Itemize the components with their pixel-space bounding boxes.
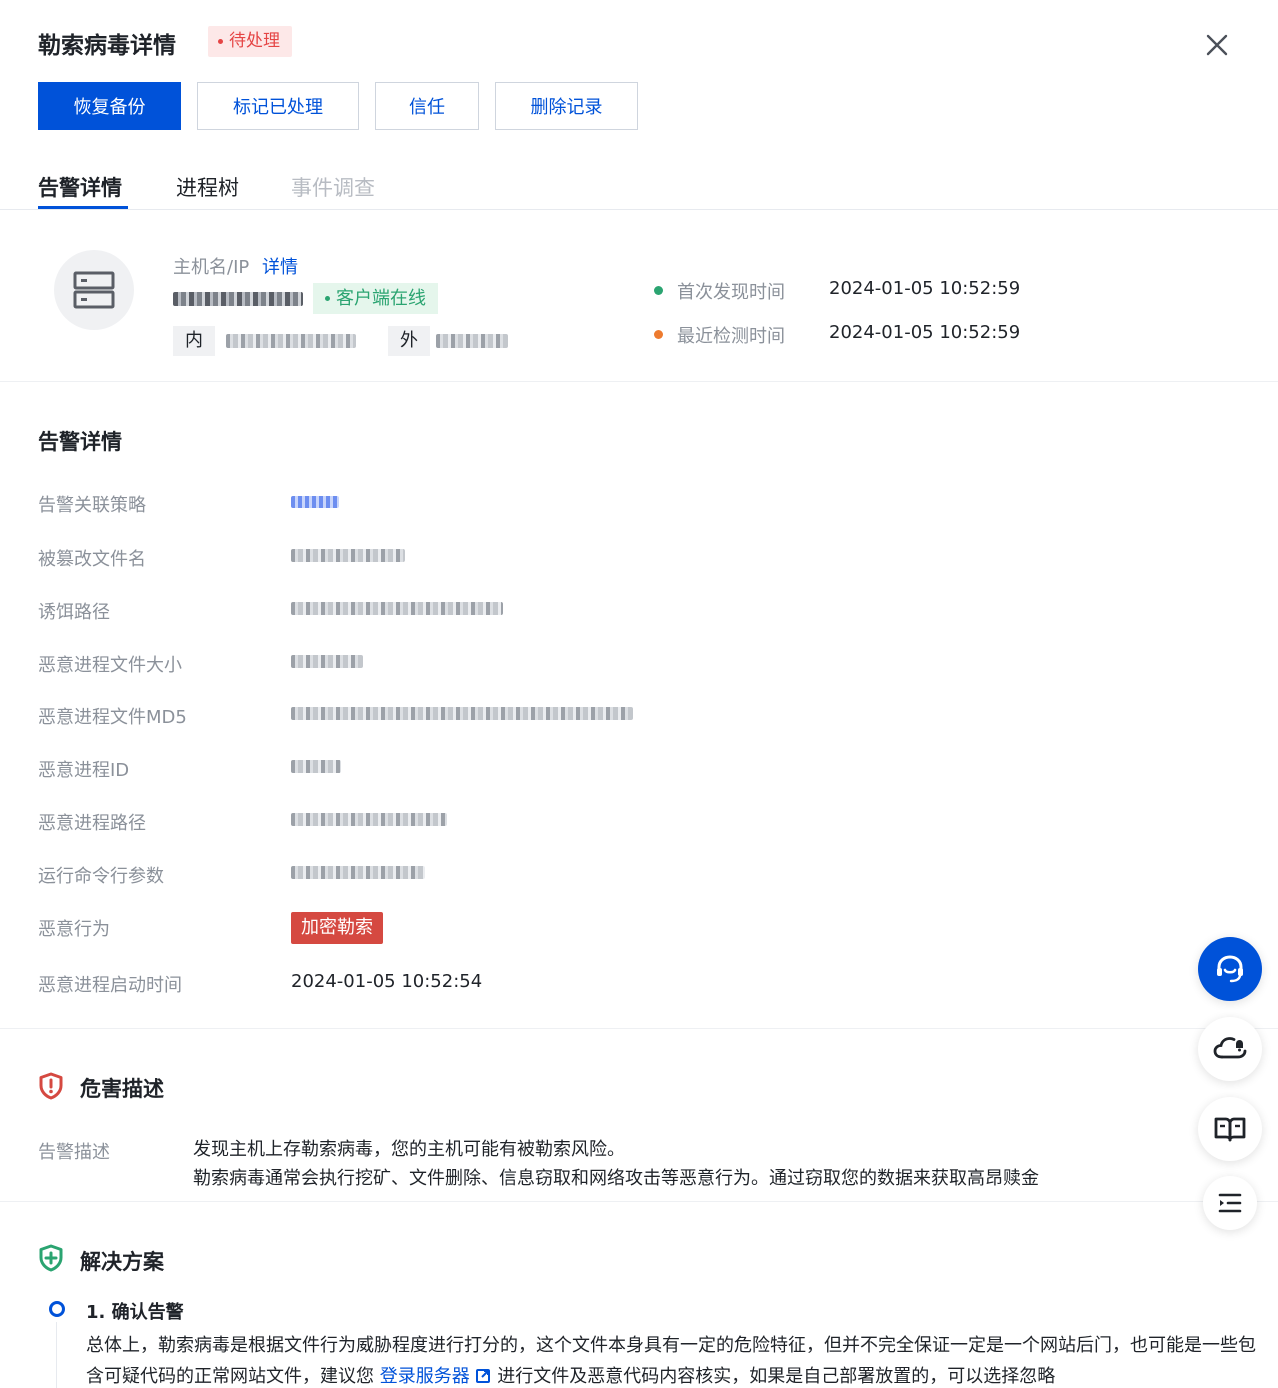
online-status-badge: 客户端在线 <box>313 283 438 314</box>
status-dot <box>218 39 223 44</box>
outline-button[interactable] <box>1203 1176 1257 1230</box>
section-divider <box>0 381 1278 382</box>
detail-label-policy: 告警关联策略 <box>38 495 146 516</box>
tab-divider <box>0 209 1278 210</box>
shield-alert-icon <box>38 1072 64 1100</box>
trust-button[interactable]: 信任 <box>375 82 479 130</box>
customer-service-button[interactable] <box>1198 937 1262 1001</box>
status-badge: 待处理 <box>208 26 292 57</box>
first-found-dot <box>654 286 663 295</box>
detail-label-process-path: 恶意进程路径 <box>38 813 146 834</box>
alert-description-line1: 发现主机上存勒索病毒，您的主机可能有被勒索风险。 <box>193 1139 625 1160</box>
step1-text: 总体上，勒索病毒是根据文件行为威胁程度进行打分的，这个文件本身具有一定的危险特征… <box>86 1330 1256 1388</box>
section-divider <box>0 1028 1278 1029</box>
delete-record-button[interactable]: 删除记录 <box>495 82 638 130</box>
headset-icon <box>1217 955 1243 983</box>
login-server-link[interactable]: 登录服务器 <box>380 1366 470 1387</box>
list-indent-icon <box>1218 1193 1242 1213</box>
detail-label-cmd-args: 运行命令行参数 <box>38 866 164 887</box>
md5-redacted <box>291 707 633 720</box>
host-detail-link[interactable]: 详情 <box>262 253 298 279</box>
open-book-icon <box>1214 1117 1246 1142</box>
tab-process-tree[interactable]: 进程树 <box>176 172 239 202</box>
status-text: 待处理 <box>229 31 280 51</box>
first-found-label: 首次发现时间 <box>677 282 785 303</box>
file-size-redacted <box>291 655 363 668</box>
start-time-value: 2024-01-05 10:52:54 <box>291 971 483 992</box>
server-icon <box>54 250 134 330</box>
section-divider <box>0 1201 1278 1202</box>
detail-label-bait-path: 诱饵路径 <box>38 602 110 623</box>
step-connector <box>56 1322 57 1388</box>
last-check-value: 2024-01-05 10:52:59 <box>829 322 1021 343</box>
documentation-button[interactable] <box>1198 1097 1262 1161</box>
detail-label-file-size: 恶意进程文件大小 <box>38 655 182 676</box>
bait-path-redacted <box>291 602 503 615</box>
alert-description-line2: 勒索病毒通常会执行挖矿、文件删除、信息窃取和网络攻击等恶意行为。通过窃取您的数据… <box>193 1168 1039 1189</box>
detail-label-md5: 恶意进程文件MD5 <box>38 707 187 728</box>
detail-label-behavior: 恶意行为 <box>38 919 110 940</box>
tab-alert-details[interactable]: 告警详情 <box>38 172 122 202</box>
tab-event-investigation: 事件调查 <box>291 176 375 200</box>
process-path-redacted <box>291 813 447 826</box>
alert-description-label: 告警描述 <box>38 1142 110 1163</box>
tampered-file-redacted <box>291 549 405 562</box>
detail-label-start-time: 恶意进程启动时间 <box>38 975 182 996</box>
mark-handled-button[interactable]: 标记已处理 <box>197 82 359 130</box>
hostname-redacted <box>173 292 303 306</box>
last-check-dot <box>654 330 663 339</box>
first-found-value: 2024-01-05 10:52:59 <box>829 278 1021 299</box>
inner-ip-redacted <box>226 334 356 348</box>
last-check-label: 最近检测时间 <box>677 326 785 347</box>
outer-ip-label: 外 <box>388 326 430 356</box>
external-link-icon <box>475 1366 491 1387</box>
solution-title: 解决方案 <box>80 1250 164 1274</box>
policy-value-link[interactable] <box>291 496 339 508</box>
detail-label-tampered-file: 被篡改文件名 <box>38 549 146 570</box>
cloud-alert-button[interactable] <box>1198 1017 1262 1081</box>
close-icon[interactable] <box>1200 28 1234 62</box>
inner-ip-label: 内 <box>173 326 215 356</box>
hostname-ip-label: 主机名/IP <box>173 257 250 278</box>
restore-backup-button[interactable]: 恢复备份 <box>38 82 181 130</box>
behavior-tag: 加密勒索 <box>291 912 383 944</box>
outer-ip-redacted <box>436 334 508 348</box>
detail-label-process-id: 恶意进程ID <box>38 760 130 781</box>
alert-details-title: 告警详情 <box>38 430 122 454</box>
step1-title: 1. 确认告警 <box>86 1302 184 1323</box>
harm-description-title: 危害描述 <box>80 1077 164 1101</box>
cmd-args-redacted <box>291 866 425 879</box>
step-circle-icon <box>49 1301 65 1317</box>
online-status-text: 客户端在线 <box>336 288 426 309</box>
step1-text-b: 进行文件及恶意代码内容核实，如果是自己部署放置的，可以选择忽略 <box>497 1366 1056 1387</box>
process-id-redacted <box>291 760 341 773</box>
shield-plus-icon <box>38 1244 64 1272</box>
online-dot <box>325 296 330 301</box>
page-title: 勒索病毒详情 <box>38 33 176 59</box>
cloud-bell-icon <box>1213 1037 1247 1059</box>
